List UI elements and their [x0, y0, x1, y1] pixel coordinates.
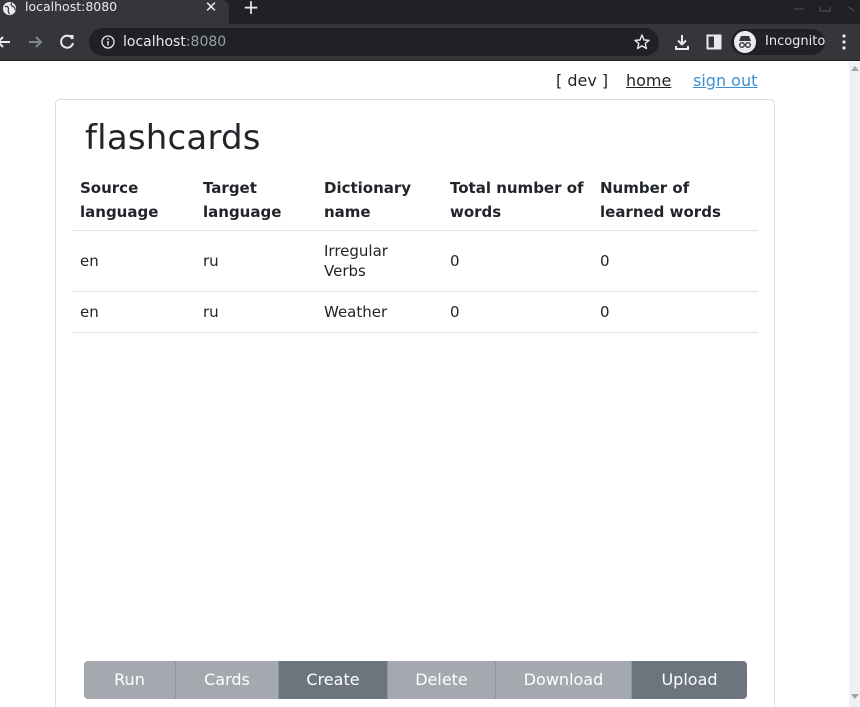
tab-title: localhost:8080	[25, 0, 118, 14]
address-bar[interactable]: localhost:8080	[89, 28, 659, 56]
table-cell: 0	[442, 291, 592, 333]
browser-tab[interactable]: localhost:8080 ✕	[0, 0, 229, 24]
sign-out-link[interactable]: sign out	[693, 72, 757, 90]
column-header: Number of learned words	[592, 172, 758, 231]
run-button[interactable]: Run	[84, 661, 176, 699]
tab-close-icon[interactable]: ✕	[204, 0, 218, 15]
reload-icon[interactable]	[57, 32, 77, 52]
table-cell: en	[72, 291, 195, 333]
vertical-scrollbar[interactable]	[849, 62, 860, 707]
upload-button[interactable]: Upload	[632, 661, 747, 699]
window-controls[interactable]	[788, 0, 860, 12]
browser-menu-icon[interactable]	[838, 33, 850, 51]
tab-strip: localhost:8080 ✕ +	[0, 0, 860, 24]
profile-button[interactable]: Incognito	[731, 29, 825, 55]
create-button[interactable]: Create	[279, 661, 388, 699]
home-link[interactable]: home	[626, 72, 671, 90]
table-cell: ru	[195, 230, 316, 292]
url-host: localhost	[123, 34, 186, 50]
environment-label: [ dev ]	[556, 71, 609, 90]
table-cell: 0	[592, 291, 758, 333]
action-button-group: Run Cards Create Delete Download Upload	[84, 661, 747, 699]
scroll-down-arrow-icon[interactable]	[851, 694, 859, 699]
download-button[interactable]: Download	[496, 661, 632, 699]
table-cell: 0	[442, 230, 592, 292]
delete-button[interactable]: Delete	[388, 661, 496, 699]
incognito-icon	[734, 31, 756, 53]
side-panel-icon[interactable]	[705, 33, 723, 51]
table-header-row: Source language Target language Dictiona…	[72, 172, 758, 231]
url-port: :8080	[185, 34, 227, 50]
column-header: Source language	[72, 172, 195, 231]
bookmark-star-icon[interactable]	[633, 33, 651, 51]
table-row[interactable]: en ru Weather 0 0	[72, 291, 758, 333]
table-cell: 0	[592, 230, 758, 292]
table-cell: Irregular Verbs	[316, 230, 442, 292]
browser-toolbar: localhost:8080 Incognito	[0, 24, 860, 61]
main-card: flashcards Source language Target langua…	[55, 99, 775, 707]
back-arrow-icon[interactable]	[0, 32, 14, 52]
window-controls-icon	[794, 2, 855, 12]
column-header: Dictionary name	[316, 172, 442, 231]
url-text: localhost:8080	[123, 34, 226, 50]
table-cell: Weather	[316, 291, 442, 333]
page-title: flashcards	[85, 118, 261, 158]
dictionaries-table: Source language Target language Dictiona…	[72, 172, 758, 333]
table-cell: ru	[195, 291, 316, 333]
forward-arrow-icon[interactable]	[25, 32, 45, 52]
scroll-up-arrow-icon[interactable]	[851, 66, 859, 71]
globe-icon	[2, 1, 17, 16]
column-header: Total number of words	[442, 172, 592, 231]
download-icon[interactable]	[673, 33, 691, 51]
column-header: Target language	[195, 172, 316, 231]
cards-button[interactable]: Cards	[176, 661, 279, 699]
profile-label: Incognito	[765, 34, 826, 49]
table-cell: en	[72, 230, 195, 292]
site-info-icon[interactable]	[101, 35, 115, 49]
new-tab-button[interactable]: +	[241, 0, 261, 17]
table-row[interactable]: en ru Irregular Verbs 0 0	[72, 230, 758, 292]
